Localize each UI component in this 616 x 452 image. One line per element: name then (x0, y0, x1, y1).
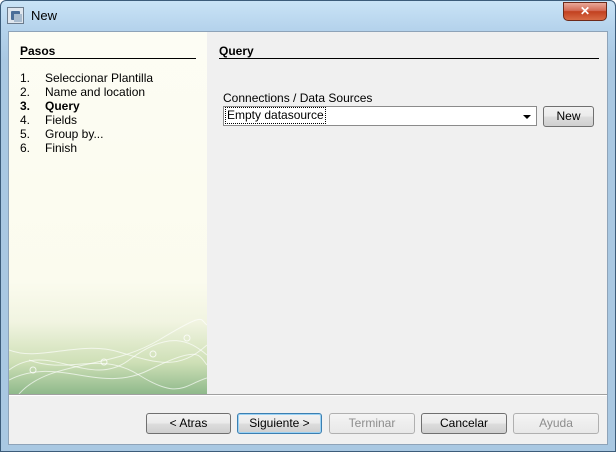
page-title: Query (219, 44, 254, 58)
finish-button[interactable]: Terminar (329, 413, 415, 434)
step-label: Seleccionar Plantilla (45, 71, 154, 85)
step-number: 4. (20, 113, 31, 127)
steps-panel: Pasos 1. Seleccionar Plantilla 2. Name and… (9, 32, 207, 394)
back-button[interactable]: < Atras (146, 413, 231, 434)
step-item: 1. Seleccionar Plantilla (20, 71, 153, 85)
steps-divider (20, 58, 196, 59)
datasource-dropdown[interactable]: Empty datasource (223, 106, 537, 126)
step-number: 6. (20, 141, 31, 155)
step-label: Query (45, 99, 80, 113)
next-button[interactable]: Siguiente > (237, 413, 322, 434)
decorative-swirl-graphic (9, 318, 207, 394)
step-label: Name and location (45, 85, 146, 99)
wizard-client-area: Pasos 1. Seleccionar Plantilla 2. Name and… (8, 31, 608, 445)
window-title: New (31, 8, 58, 23)
footer-separator (9, 394, 607, 396)
datasource-selected-value: Empty datasource (225, 107, 326, 124)
cancel-button[interactable]: Cancelar (421, 413, 507, 434)
step-item: 2. Name and location (20, 85, 153, 99)
step-item-current: 3. Query (20, 99, 153, 113)
new-connection-button[interactable]: New (543, 106, 594, 127)
page-title-divider (219, 58, 599, 59)
step-number: 2. (20, 85, 31, 99)
steps-list: 1. Seleccionar Plantilla 2. Name and locat… (20, 71, 153, 155)
connections-label: Connections / Data Sources (223, 91, 373, 105)
app-icon (7, 7, 24, 24)
step-number: 3. (20, 99, 31, 113)
close-button[interactable]: ✕ (563, 2, 607, 21)
step-item: 6. Finish (20, 141, 153, 155)
steps-title: Pasos (20, 44, 56, 58)
step-number: 1. (20, 71, 31, 85)
step-item: 4. Fields (20, 113, 153, 127)
step-label: Finish (45, 141, 78, 155)
title-bar[interactable]: New ✕ (1, 1, 615, 31)
step-label: Group by... (45, 127, 104, 141)
help-button[interactable]: Ayuda (513, 413, 599, 434)
chevron-down-icon[interactable] (519, 107, 536, 125)
step-number: 5. (20, 127, 31, 141)
step-label: Fields (45, 113, 78, 127)
wizard-window: New ✕ Pasos 1. Seleccionar Plantilla 2. Na… (0, 0, 616, 452)
step-item: 5. Group by... (20, 127, 153, 141)
